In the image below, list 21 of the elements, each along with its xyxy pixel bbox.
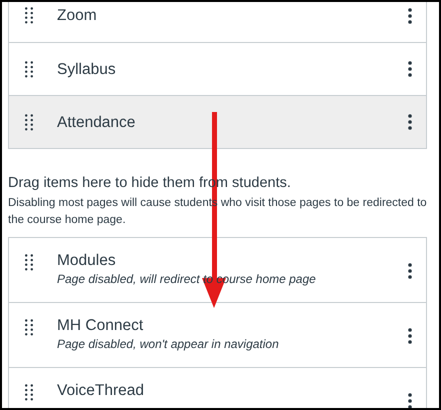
more-options-icon[interactable] [408,263,412,279]
more-options-icon[interactable] [408,393,412,408]
item-label: Attendance [57,112,136,132]
drag-handle-icon[interactable] [25,319,33,336]
item-status: Page disabled, won't appear in navigation [57,336,279,352]
more-options-icon[interactable] [408,61,412,77]
more-options-icon[interactable] [408,328,412,344]
more-options-icon[interactable] [408,8,412,24]
item-label: Syllabus [57,60,116,80]
drag-handle-icon[interactable] [25,7,33,24]
item-label: MH Connect [57,316,144,336]
drag-handle-icon[interactable] [25,384,33,401]
item-label: Zoom [57,6,97,26]
navigation-item[interactable]: VoiceThread [9,367,426,408]
drag-handle-icon[interactable] [25,60,33,78]
drag-handle-icon[interactable] [25,254,33,271]
item-label: Modules [57,251,116,271]
navigation-item[interactable]: Attendance [9,95,426,148]
more-options-icon[interactable] [408,114,412,130]
drag-handle-icon[interactable] [25,114,33,130]
item-label: VoiceThread [57,381,144,401]
